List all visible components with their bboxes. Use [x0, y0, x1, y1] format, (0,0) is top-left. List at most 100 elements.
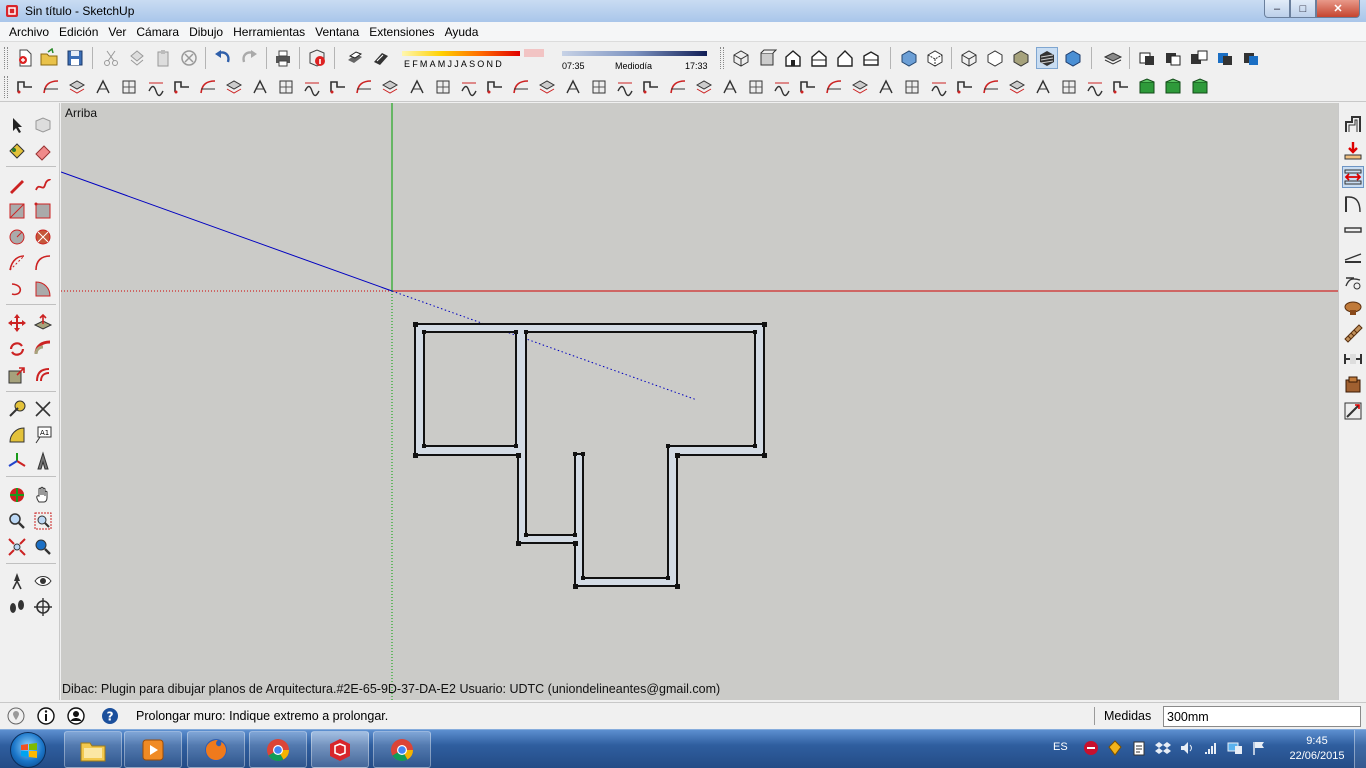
push-pull-icon[interactable] — [32, 312, 54, 334]
dibac-box-icon[interactable] — [484, 76, 506, 98]
offset-icon[interactable] — [32, 364, 54, 386]
close-button[interactable]: ✕ — [1316, 0, 1360, 18]
model-info-icon[interactable] — [306, 47, 328, 69]
two-point-arc-icon[interactable] — [32, 252, 54, 274]
system-clock[interactable]: 9:45 22/06/2015 — [1284, 734, 1350, 764]
menu-extensiones[interactable]: Extensiones — [364, 22, 439, 42]
model-viewport[interactable]: Arriba Dibac: Plugin para dibujar planos… — [61, 103, 1338, 700]
dimension-icon[interactable] — [32, 398, 54, 420]
taskbar-firefox[interactable] — [187, 731, 245, 768]
print-icon[interactable] — [272, 47, 294, 69]
dibac-chart-icon[interactable] — [562, 76, 584, 98]
tray-clipboard-icon[interactable] — [1131, 740, 1147, 756]
three-point-arc-icon[interactable] — [6, 278, 28, 300]
taskbar-sketchup[interactable] — [311, 731, 369, 768]
fog-toggle-icon[interactable] — [370, 47, 392, 69]
section-plane-icon[interactable] — [32, 596, 54, 618]
dibac-grid-icon[interactable] — [588, 76, 610, 98]
warehouse-icon[interactable] — [1136, 47, 1158, 69]
help-icon[interactable]: ? — [100, 706, 120, 726]
drawing-canvas[interactable] — [61, 103, 1338, 700]
axes-icon[interactable] — [6, 450, 28, 472]
dibac-green-box-icon[interactable] — [1136, 76, 1158, 98]
menu-ver[interactable]: Ver — [103, 22, 131, 42]
dibac-corner-icon[interactable] — [379, 76, 401, 98]
select-arrow-icon[interactable] — [6, 114, 28, 136]
zoom-icon[interactable] — [6, 510, 28, 532]
dibac-hand-icon[interactable] — [614, 76, 636, 98]
eraser-icon[interactable] — [32, 140, 54, 162]
position-camera-icon[interactable] — [6, 570, 28, 592]
dibac-green-roof-icon[interactable] — [1162, 76, 1184, 98]
layers-icon[interactable] — [1102, 47, 1124, 69]
tray-action-center-flag-icon[interactable] — [1251, 740, 1267, 756]
rotate-icon[interactable] — [6, 338, 28, 360]
tape-measure-icon[interactable] — [6, 398, 28, 420]
rectangle-icon[interactable] — [6, 200, 28, 222]
opening-icon[interactable] — [1342, 245, 1364, 267]
dibac-down-arrow-2-icon[interactable] — [771, 76, 793, 98]
top-view-icon[interactable] — [756, 47, 778, 69]
dibac-hatch-icon[interactable] — [849, 76, 871, 98]
right-view-icon[interactable] — [808, 47, 830, 69]
dibac-list-icon[interactable] — [719, 76, 741, 98]
dibac-stairs-icon[interactable] — [640, 76, 662, 98]
convert-3d-icon[interactable] — [1342, 400, 1364, 422]
toolbar-grip[interactable] — [4, 47, 8, 69]
undo-icon[interactable] — [212, 47, 234, 69]
shaded-style-icon[interactable] — [1010, 47, 1032, 69]
dibac-step-icon[interactable] — [901, 76, 923, 98]
dibac-cut-icon[interactable] — [145, 76, 167, 98]
dimension-wall-icon[interactable] — [1342, 348, 1364, 370]
arc-icon[interactable] — [6, 252, 28, 274]
menu-ayuda[interactable]: Ayuda — [440, 22, 484, 42]
table-icon[interactable] — [1342, 296, 1364, 318]
menu-herramientas[interactable]: Herramientas — [228, 22, 310, 42]
dibac-angle-icon[interactable] — [432, 76, 454, 98]
dibac-slant-icon[interactable] — [1110, 76, 1132, 98]
cut-icon[interactable] — [100, 47, 122, 69]
dibac-fence-icon[interactable] — [1058, 76, 1080, 98]
dibac-copy-icon[interactable] — [197, 76, 219, 98]
walk-footprints-icon[interactable] — [6, 596, 28, 618]
furniture-icon[interactable] — [1342, 271, 1364, 293]
wall-tool-icon[interactable] — [1342, 113, 1364, 135]
dibac-measure-icon[interactable] — [536, 76, 558, 98]
dibac-slash-icon[interactable] — [823, 76, 845, 98]
geolocation-icon[interactable] — [6, 706, 26, 726]
hidden-line-style-icon[interactable] — [984, 47, 1006, 69]
protractor-icon[interactable] — [6, 424, 28, 446]
move-icon[interactable] — [6, 312, 28, 334]
tray-gem-icon[interactable] — [1107, 740, 1123, 756]
tray-volume-icon[interactable] — [1179, 740, 1195, 756]
dibac-tag-icon[interactable] — [223, 76, 245, 98]
dibac-bracket-icon[interactable] — [667, 76, 689, 98]
redo-icon[interactable] — [238, 47, 260, 69]
shadow-date-slider[interactable]: EFMAMJJASOND — [400, 48, 548, 70]
window-icon[interactable] — [1342, 219, 1364, 241]
back-view-icon[interactable] — [834, 47, 856, 69]
3d-text-icon[interactable] — [32, 450, 54, 472]
shadows-toggle-icon[interactable] — [344, 47, 366, 69]
toolbar-grip[interactable] — [4, 76, 8, 98]
left-view-icon[interactable] — [860, 47, 882, 69]
door-icon[interactable] — [1342, 193, 1364, 215]
taskbar-chrome-2[interactable] — [373, 731, 431, 768]
freehand-icon[interactable] — [32, 174, 54, 196]
erase-icon[interactable] — [178, 47, 200, 69]
tray-antivirus-icon[interactable] — [1083, 740, 1099, 756]
start-button[interactable] — [10, 732, 46, 768]
extension-warehouse-icon[interactable] — [1214, 47, 1236, 69]
share-component-icon[interactable] — [1188, 47, 1210, 69]
rotated-rectangle-icon[interactable] — [32, 200, 54, 222]
paste-icon[interactable] — [152, 47, 174, 69]
new-file-icon[interactable] — [14, 47, 36, 69]
previous-view-icon[interactable] — [32, 536, 54, 558]
zoom-extents-icon[interactable] — [6, 536, 28, 558]
save-icon[interactable] — [64, 47, 86, 69]
dibac-down-arrow-icon[interactable] — [745, 76, 767, 98]
tray-dropbox-icon[interactable] — [1155, 740, 1171, 756]
dibac-shape-icon[interactable] — [275, 76, 297, 98]
minimize-button[interactable]: – — [1264, 0, 1290, 18]
measurements-input[interactable] — [1163, 706, 1361, 727]
